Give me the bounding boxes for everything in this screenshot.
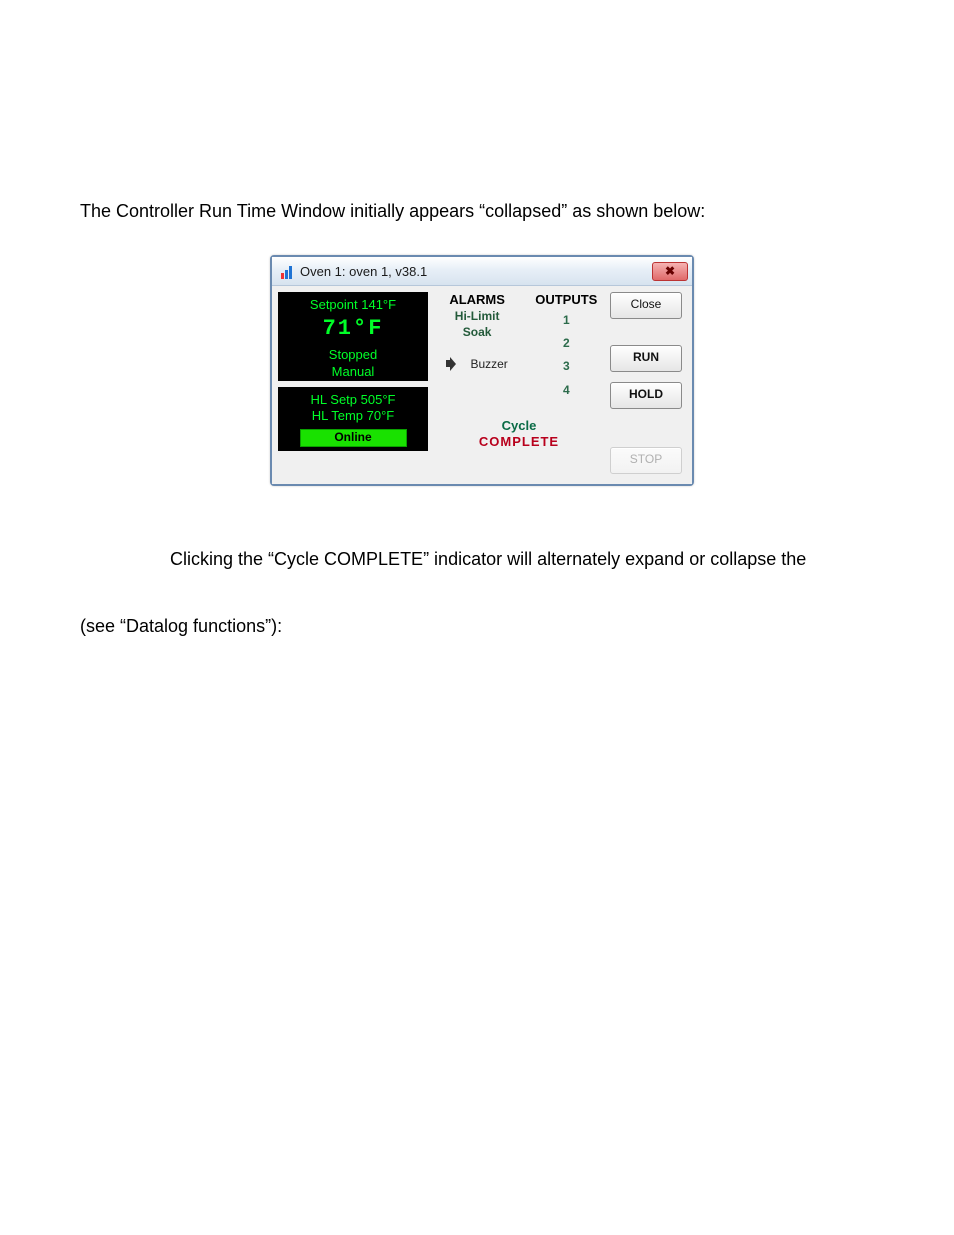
- status-panel-main: Setpoint 141°F 71°F Stopped Manual: [278, 292, 428, 381]
- titlebar[interactable]: Oven 1: oven 1, v38.1 ✖: [272, 257, 692, 286]
- outputs-header: OUTPUTS: [526, 292, 606, 307]
- run-button[interactable]: RUN: [610, 345, 682, 372]
- status-mode: Manual: [278, 364, 428, 380]
- output-3: 3: [526, 357, 606, 376]
- status-online-badge: Online: [300, 429, 407, 447]
- runtime-window: Oven 1: oven 1, v38.1 ✖ Setpoint 141°F 7…: [270, 255, 694, 486]
- stop-button[interactable]: STOP: [610, 447, 682, 474]
- hold-button[interactable]: HOLD: [610, 382, 682, 409]
- window-title: Oven 1: oven 1, v38.1: [300, 264, 427, 279]
- status-state: Stopped: [278, 347, 428, 363]
- output-4: 4: [526, 381, 606, 400]
- buzzer-label: Buzzer: [470, 357, 507, 371]
- close-button[interactable]: Close: [610, 292, 682, 319]
- paragraph-intro: The Controller Run Time Window initially…: [80, 198, 884, 225]
- status-temp: 71°F: [278, 315, 428, 343]
- status-setpoint: Setpoint 141°F: [278, 297, 428, 313]
- figure-wrapper: Oven 1: oven 1, v38.1 ✖ Setpoint 141°F 7…: [80, 255, 884, 486]
- alarms-header: ALARMS: [428, 292, 526, 307]
- status-panel-hilimit: HL Setp 505°F HL Temp 70°F Online: [278, 387, 428, 451]
- output-1: 1: [526, 311, 606, 330]
- speaker-icon: [446, 357, 460, 371]
- window-client-area: Setpoint 141°F 71°F Stopped Manual HL Se…: [272, 286, 692, 484]
- paragraph-see-datalog: (see “Datalog functions”):: [80, 613, 884, 640]
- alarm-hi-limit: Hi-Limit: [428, 309, 526, 323]
- buzzer-indicator[interactable]: Buzzer: [428, 357, 526, 371]
- document-page: The Controller Run Time Window initially…: [0, 0, 954, 1235]
- cycle-line1: Cycle: [428, 418, 610, 434]
- status-hl-temp: HL Temp 70°F: [278, 408, 428, 423]
- status-hl-setp: HL Setp 505°F: [278, 392, 428, 407]
- cycle-complete-indicator[interactable]: Cycle COMPLETE: [428, 418, 610, 451]
- cycle-line2: COMPLETE: [428, 434, 610, 450]
- output-2: 2: [526, 334, 606, 353]
- alarm-soak: Soak: [428, 325, 526, 339]
- paragraph-click-cycle: Clicking the “Cycle COMPLETE” indicator …: [170, 546, 884, 573]
- close-x-glyph: ✖: [665, 265, 675, 277]
- app-icon: [278, 263, 294, 279]
- window-close-icon[interactable]: ✖: [652, 262, 688, 281]
